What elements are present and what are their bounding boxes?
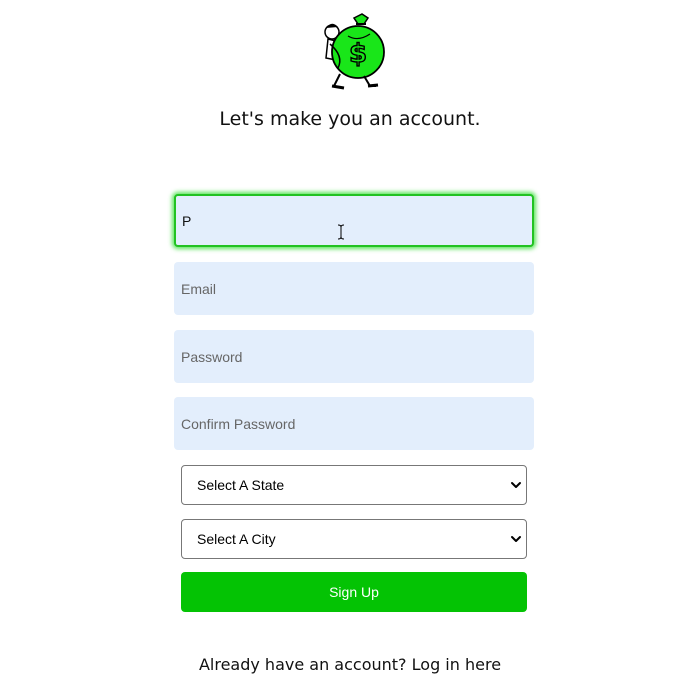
page-title: Let's make you an account.	[219, 108, 481, 130]
login-prompt: Already have an account? Log in here	[0, 655, 700, 674]
state-select[interactable]: Select A State	[181, 465, 527, 505]
chevron-down-icon	[511, 482, 521, 488]
city-select[interactable]: Select A City	[181, 519, 527, 559]
signup-button[interactable]: Sign Up	[181, 572, 527, 612]
signup-page: $ Let's make you an account. Select A St…	[0, 0, 700, 700]
chevron-down-icon	[511, 536, 521, 542]
text-cursor-icon	[337, 224, 345, 240]
email-field[interactable]	[174, 262, 534, 315]
state-select-label: Select A State	[197, 477, 285, 493]
confirm-password-field[interactable]	[174, 397, 534, 450]
money-bag-logo-icon: $	[324, 13, 385, 90]
password-field[interactable]	[174, 330, 534, 383]
name-field[interactable]	[174, 194, 534, 247]
city-select-label: Select A City	[197, 531, 276, 547]
login-link[interactable]: Log in here	[412, 655, 501, 674]
svg-text:$: $	[349, 39, 367, 69]
login-prompt-text: Already have an account?	[198, 655, 407, 674]
